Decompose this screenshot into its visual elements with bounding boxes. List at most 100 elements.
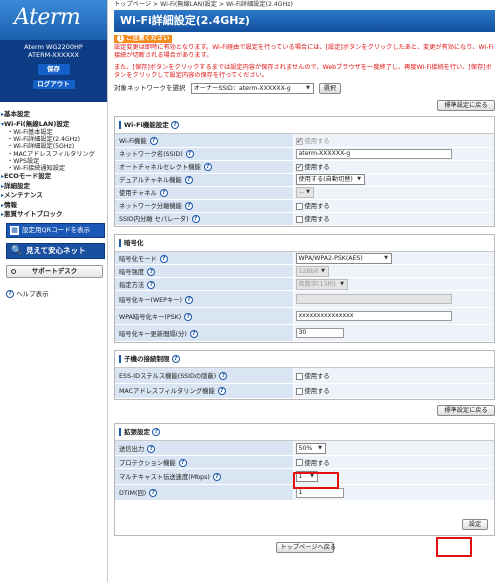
chevron-down-icon: ▼ [318, 444, 322, 451]
form-row-wep-key: 暗号化キー(WEPキー)? [115, 290, 494, 309]
nav-sub-wifi-5ghz[interactable]: ・Wi-Fi詳細設定(5GHz) [1, 143, 107, 150]
client-restriction-table: ESS-IDステルス機能(SSIDの隠蔽)? 使用する MACアドレスフィルタリ… [115, 368, 494, 399]
breadcrumb: トップページ > Wi-Fi(無線LAN)設定 > Wi-Fi詳細設定(2.4G… [114, 1, 293, 8]
sidebar: Aterm Aterm WG2200HP ATERM-XXXXXX 保存 ログア… [0, 0, 107, 582]
nav-eco-mode[interactable]: ▸ECOモード設定 [1, 172, 107, 182]
tx-power-select[interactable]: 50% ▼ [295, 442, 326, 454]
form-row-encryption-mode: 暗号化モード? WPA/WPA2-PSK(AES) ▼ [115, 251, 494, 266]
dual-channel-select[interactable]: 使用する(自動切替) ▼ [295, 174, 365, 186]
help-icon[interactable]: ? [171, 121, 180, 130]
help-icon[interactable]: ? [203, 163, 212, 172]
help-link[interactable]: ? ヘルプ表示 [6, 288, 107, 298]
highlight-set-button [436, 537, 472, 557]
help-icon[interactable]: ? [191, 215, 200, 224]
help-icon[interactable]: ? [171, 355, 180, 364]
form-row-tx-power: 送信出力? 50% ▼ [115, 440, 494, 457]
qr-code-button[interactable]: ▦ 設定用QRコードを表示 [6, 222, 105, 238]
help-icon[interactable]: ? [147, 444, 156, 453]
help-icon[interactable]: ? [149, 489, 158, 498]
form-row-channel: 使用チャネル? ― ▼ [115, 186, 494, 200]
encryption-mode-select[interactable]: WPA/WPA2-PSK(AES) ▼ [295, 252, 392, 264]
chevron-down-icon: ▼ [321, 267, 325, 274]
sidebar-divider [107, 0, 108, 582]
help-icon[interactable]: ? [147, 280, 156, 289]
channel-select[interactable]: ― ▼ [295, 187, 314, 199]
encryption-section: 暗号化 暗号化モード? WPA/WPA2-PSK(AES) ▼ 暗号強度? 128… [114, 233, 495, 344]
form-row-stealth: ESS-IDステルス機能(SSIDの隠蔽)? 使用する [115, 368, 494, 384]
help-icon[interactable]: ? [185, 150, 194, 159]
help-icon[interactable]: ? [147, 267, 156, 276]
nav-maintenance[interactable]: ▸メンテナンス [1, 191, 107, 201]
help-icon[interactable]: ? [178, 458, 187, 467]
device-info-panel: Aterm WG2200HP ATERM-XXXXXX 保存 ログアウト [0, 40, 107, 102]
reset-defaults-button-bottom[interactable]: 標準設定に戻る [437, 404, 495, 416]
warning-icon: ! [117, 35, 124, 42]
circle-icon [11, 268, 16, 274]
form-row-network-separator: ネットワーク分離機能? 使用する [115, 199, 494, 213]
nav-advanced[interactable]: ▸詳細設定 [1, 182, 107, 192]
key-method-select[interactable]: 英数字(13桁) ▼ [295, 278, 348, 290]
dtim-input[interactable]: 1 [295, 487, 344, 498]
nav-sub-wps[interactable]: ・WPS設定 [1, 158, 107, 165]
aterm-logo: Aterm [14, 5, 81, 30]
extended-settings-header: 拡張設定 ? [115, 424, 494, 441]
save-button[interactable]: 保存 [36, 63, 71, 76]
logout-button[interactable]: ログアウト [31, 79, 76, 90]
main-content: トップページ > Wi-Fi(無線LAN)設定 > Wi-Fi詳細設定(2.4G… [114, 0, 495, 553]
mieteanshin-button[interactable]: 🔍 見えて安心ネット [6, 242, 105, 259]
mac-filter-checkbox[interactable] [295, 387, 303, 395]
client-restriction-header: 子機の接続制限 ? [115, 351, 494, 369]
network-separator-checkbox[interactable] [295, 202, 303, 210]
help-icon[interactable]: ? [152, 427, 161, 436]
help-icon[interactable]: ? [217, 387, 226, 396]
help-icon[interactable]: ? [219, 372, 228, 381]
help-icon[interactable]: ? [189, 329, 198, 338]
help-icon[interactable]: ? [185, 295, 193, 304]
stealth-checkbox[interactable] [295, 372, 303, 380]
back-to-top-button[interactable]: トップページへ戻る [275, 541, 336, 553]
wifi-function-section: Wi-Fi機能設定 ? Wi-Fi機能? 使用する ネットワーク名(SSID)?… [114, 116, 495, 227]
network-select-label: 対象ネットワークを選択 [114, 84, 186, 93]
model-name: Aterm WG2200HP [24, 43, 83, 51]
logo-banner: Aterm [0, 0, 107, 40]
wep-key-input[interactable] [295, 294, 452, 305]
notice-text-1: 設定変更は即時に有効となります。Wi-Fi経由で設定を行っている場合には、[設定… [114, 44, 494, 59]
nav-info[interactable]: ▸情報 [1, 201, 107, 211]
defaults-row-bottom: 標準設定に戻る [114, 404, 495, 416]
chevron-down-icon: ▼ [306, 189, 310, 196]
form-row-mac-filter: MACアドレスフィルタリング機能? 使用する [115, 383, 494, 399]
encryption-strength-select[interactable]: 128bit ▼ [295, 265, 329, 277]
help-icon[interactable]: ? [184, 312, 193, 321]
qr-code-icon: ▦ [10, 225, 19, 235]
help-icon[interactable]: ? [159, 189, 168, 198]
help-icon: ? [6, 289, 14, 298]
chevron-down-icon: ▼ [306, 84, 310, 91]
form-row-dual-channel: デュアルチャネル機能? 使用する(自動切替) ▼ [115, 173, 494, 187]
network-select[interactable]: オーナーSSID：aterm-XXXXXX-g ▼ [190, 82, 314, 94]
form-row-protection: プロテクション機能? 使用する [115, 455, 494, 470]
nav-sub-mac-filter[interactable]: ・MACアドレスフィルタリング [1, 151, 107, 158]
form-row-psk: WPA暗号化キー(PSK)? xxxxxxxxxxxxxxx [115, 307, 494, 326]
reset-defaults-button-top[interactable]: 標準設定に戻る [437, 100, 495, 112]
ssid-input[interactable]: aterm-XXXXXX-g [295, 148, 452, 159]
wifi-section-header: Wi-Fi機能設定 ? [115, 117, 494, 135]
nav-malicious-site-block[interactable]: ▸悪質サイトブロック [1, 210, 107, 220]
help-icon[interactable]: ? [184, 176, 193, 185]
nav-basic-settings[interactable]: ▸基本設定 [1, 110, 107, 120]
support-desk-button[interactable]: サポートデスク [6, 264, 103, 278]
key-interval-input[interactable]: 30 [295, 328, 344, 339]
set-button[interactable]: 設定 [462, 518, 488, 530]
help-icon[interactable]: ? [159, 254, 168, 263]
psk-input[interactable]: xxxxxxxxxxxxxxx [295, 311, 452, 322]
help-icon[interactable]: ? [149, 137, 158, 146]
highlight-tx-power [293, 472, 339, 489]
auto-channel-checkbox[interactable] [295, 163, 303, 171]
protection-checkbox[interactable] [295, 459, 303, 467]
nav-wifi-settings[interactable]: ▾Wi-Fi(無線LAN)設定 [1, 120, 107, 130]
select-network-button[interactable]: 選択 [318, 82, 342, 94]
help-icon[interactable]: ? [184, 202, 193, 211]
ssid-separator-checkbox[interactable] [295, 215, 303, 223]
page-title: Wi-Fi詳細設定(2.4GHz) [114, 10, 495, 32]
help-icon[interactable]: ? [212, 473, 221, 482]
magnifier-icon: 🔍 [11, 245, 23, 256]
